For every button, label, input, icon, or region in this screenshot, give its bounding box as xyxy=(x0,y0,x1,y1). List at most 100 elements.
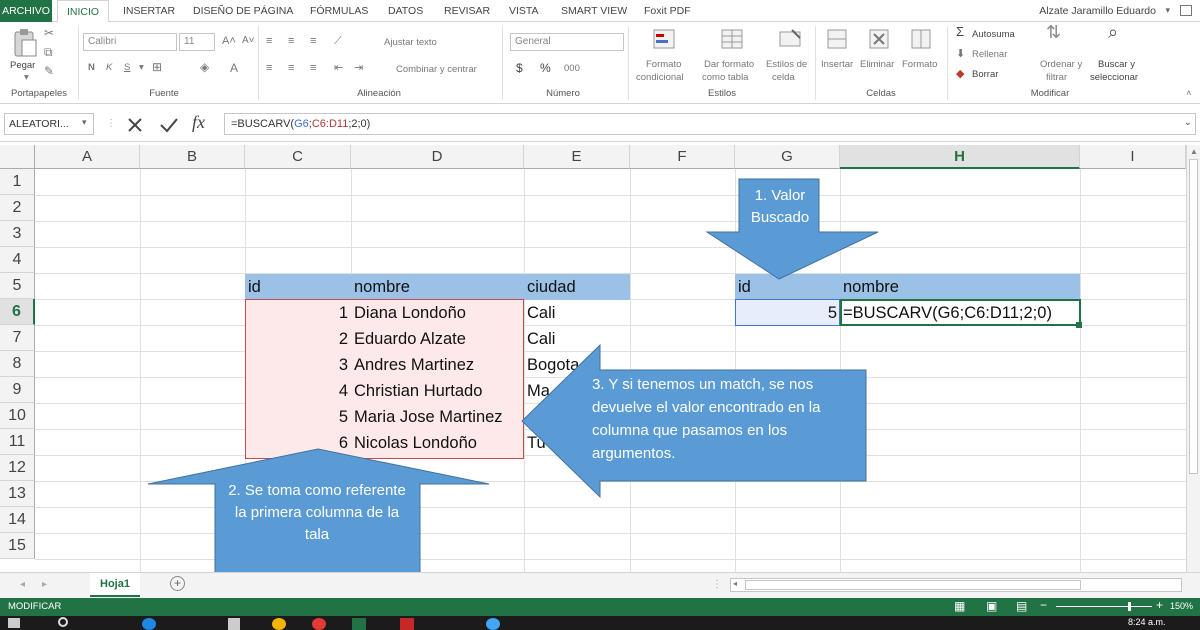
table-cell-nombre[interactable]: Andres Martinez xyxy=(351,352,477,378)
conditional-format-icon[interactable] xyxy=(652,28,678,52)
skype-icon[interactable] xyxy=(486,618,500,630)
tab-datos[interactable]: DATOS xyxy=(388,0,423,22)
shrink-font-icon[interactable]: A˅ xyxy=(242,35,255,47)
column-header-f[interactable]: F xyxy=(630,145,735,169)
horizontal-scrollbar[interactable]: ◂ xyxy=(730,578,1182,592)
tab-formulas[interactable]: FÓRMULAS xyxy=(310,0,368,22)
thousands-button[interactable]: 000 xyxy=(564,63,580,75)
conditional-format-label-1[interactable]: Formato xyxy=(646,59,681,71)
expand-formula-icon[interactable]: ⌄ xyxy=(1184,117,1192,128)
fill-button[interactable]: Rellenar xyxy=(972,49,1007,61)
merge-center-button[interactable]: Combinar y centrar xyxy=(396,64,477,76)
borders-icon[interactable]: ⊞ xyxy=(152,61,162,73)
tab-vista[interactable]: VISTA xyxy=(509,0,539,22)
insert-cells-icon[interactable] xyxy=(826,28,850,52)
user-name[interactable]: Alzate Jaramillo Eduardo xyxy=(1039,0,1156,22)
cell-e5[interactable]: ciudad xyxy=(524,274,579,300)
delete-cells-icon[interactable] xyxy=(868,28,892,52)
row-header-14[interactable]: 14 xyxy=(0,507,35,533)
scroll-left-icon[interactable]: ◂ xyxy=(733,579,737,588)
zoom-slider-thumb[interactable] xyxy=(1128,602,1131,611)
increase-indent-icon[interactable]: ⇥ xyxy=(354,62,363,74)
row-header-15[interactable]: 15 xyxy=(0,533,35,559)
table-cell-id[interactable]: 2 xyxy=(245,326,351,352)
user-dropdown-icon[interactable]: ▾ xyxy=(1165,5,1170,16)
tab-diseno-pagina[interactable]: DISEÑO DE PÁGINA xyxy=(193,0,293,22)
align-middle-icon[interactable]: ≡ xyxy=(288,35,294,47)
paste-label[interactable]: Pegar xyxy=(10,60,35,72)
table-cell-ciudad[interactable]: Cali xyxy=(524,300,558,326)
sort-filter-icon[interactable]: ⇅ xyxy=(1046,23,1061,41)
align-top-icon[interactable]: ≡ xyxy=(266,35,272,47)
insert-function-button[interactable]: fx xyxy=(192,112,205,133)
table-cell-id[interactable]: 3 xyxy=(245,352,351,378)
autosum-icon[interactable]: Σ xyxy=(956,25,964,38)
underline-button[interactable]: S xyxy=(124,62,130,74)
delete-cells-button[interactable]: Eliminar xyxy=(860,59,894,71)
format-as-table-label-1[interactable]: Dar formato xyxy=(704,59,754,71)
column-header-g[interactable]: G xyxy=(735,145,840,169)
zoom-out-icon[interactable]: − xyxy=(1040,598,1047,612)
format-cells-icon[interactable] xyxy=(910,28,934,52)
insert-cells-button[interactable]: Insertar xyxy=(821,59,853,71)
select-all-corner[interactable] xyxy=(0,145,35,169)
underline-dropdown-icon[interactable]: ▾ xyxy=(139,62,144,74)
format-as-table-icon[interactable] xyxy=(720,28,746,52)
page-layout-view-icon[interactable]: ▣ xyxy=(986,599,997,613)
paste-icon[interactable] xyxy=(12,28,38,58)
align-right-icon[interactable]: ≡ xyxy=(310,62,316,74)
row-header-5[interactable]: 5 xyxy=(0,273,35,299)
edge-icon[interactable] xyxy=(142,618,156,630)
autosum-button[interactable]: Autosuma xyxy=(972,29,1015,41)
grow-font-icon[interactable]: A˄ xyxy=(222,35,236,47)
tab-foxit-pdf[interactable]: Foxit PDF xyxy=(644,0,691,22)
font-size-combo[interactable]: 11 xyxy=(179,33,215,51)
align-left-icon[interactable]: ≡ xyxy=(266,62,272,74)
copy-icon[interactable]: ⧉ xyxy=(44,46,53,58)
find-select-label-2[interactable]: seleccionar xyxy=(1090,72,1138,84)
tab-inicio[interactable]: INICIO xyxy=(57,0,109,23)
opera-icon[interactable] xyxy=(312,618,326,630)
row-header-1[interactable]: 1 xyxy=(0,169,35,195)
excel-taskbar-icon[interactable] xyxy=(352,618,366,630)
paste-dropdown-icon[interactable]: ▾ xyxy=(24,72,29,84)
fill-handle[interactable] xyxy=(1076,322,1082,328)
zoom-slider[interactable] xyxy=(1056,606,1152,607)
new-sheet-icon[interactable]: + xyxy=(170,576,185,591)
table-cell-id[interactable]: 1 xyxy=(245,300,351,326)
column-header-e[interactable]: E xyxy=(524,145,630,169)
row-header-2[interactable]: 2 xyxy=(0,195,35,221)
tab-archivo[interactable]: ARCHIVO xyxy=(0,0,52,22)
column-header-a[interactable]: A xyxy=(35,145,140,169)
decrease-indent-icon[interactable]: ⇤ xyxy=(334,62,343,74)
fill-color-icon[interactable]: ◈ xyxy=(200,61,209,73)
cell-g6[interactable]: 5 xyxy=(735,300,840,326)
italic-button[interactable]: K xyxy=(106,62,112,74)
font-name-combo[interactable]: Calibri xyxy=(83,33,177,51)
cell-styles-icon[interactable] xyxy=(778,28,804,52)
table-cell-nombre[interactable]: Christian Hurtado xyxy=(351,378,485,404)
row-header-8[interactable]: 8 xyxy=(0,351,35,377)
row-header-9[interactable]: 9 xyxy=(0,377,35,403)
scroll-sheets-right-icon[interactable]: ▸ xyxy=(42,579,47,590)
cut-icon[interactable]: ✂ xyxy=(44,27,54,39)
column-header-c[interactable]: C xyxy=(245,145,351,169)
sheet-split-grip-icon[interactable]: ⋮ xyxy=(712,579,722,590)
row-header-13[interactable]: 13 xyxy=(0,481,35,507)
sort-filter-label-1[interactable]: Ordenar y xyxy=(1040,59,1082,71)
font-color-icon[interactable]: A xyxy=(230,62,238,74)
table-cell-id[interactable]: 5 xyxy=(245,404,351,430)
tab-smart-view[interactable]: SMART VIEW xyxy=(561,0,627,22)
binoculars-icon[interactable]: ⌕ xyxy=(1108,23,1118,41)
column-header-h[interactable]: H xyxy=(840,145,1080,169)
windows-start-icon[interactable] xyxy=(8,618,20,628)
cell-styles-label-2[interactable]: celda xyxy=(772,72,795,84)
format-painter-icon[interactable]: ✎ xyxy=(44,65,54,77)
currency-button[interactable]: $ xyxy=(516,62,523,74)
formula-input[interactable]: =BUSCARV(G6;C6:D11;2;0) xyxy=(224,113,1196,135)
search-icon[interactable] xyxy=(58,617,68,627)
collapse-ribbon-icon[interactable]: ˄ xyxy=(1186,88,1192,100)
cell-styles-label-1[interactable]: Estilos de xyxy=(766,59,807,71)
row-header-10[interactable]: 10 xyxy=(0,403,35,429)
row-header-7[interactable]: 7 xyxy=(0,325,35,351)
